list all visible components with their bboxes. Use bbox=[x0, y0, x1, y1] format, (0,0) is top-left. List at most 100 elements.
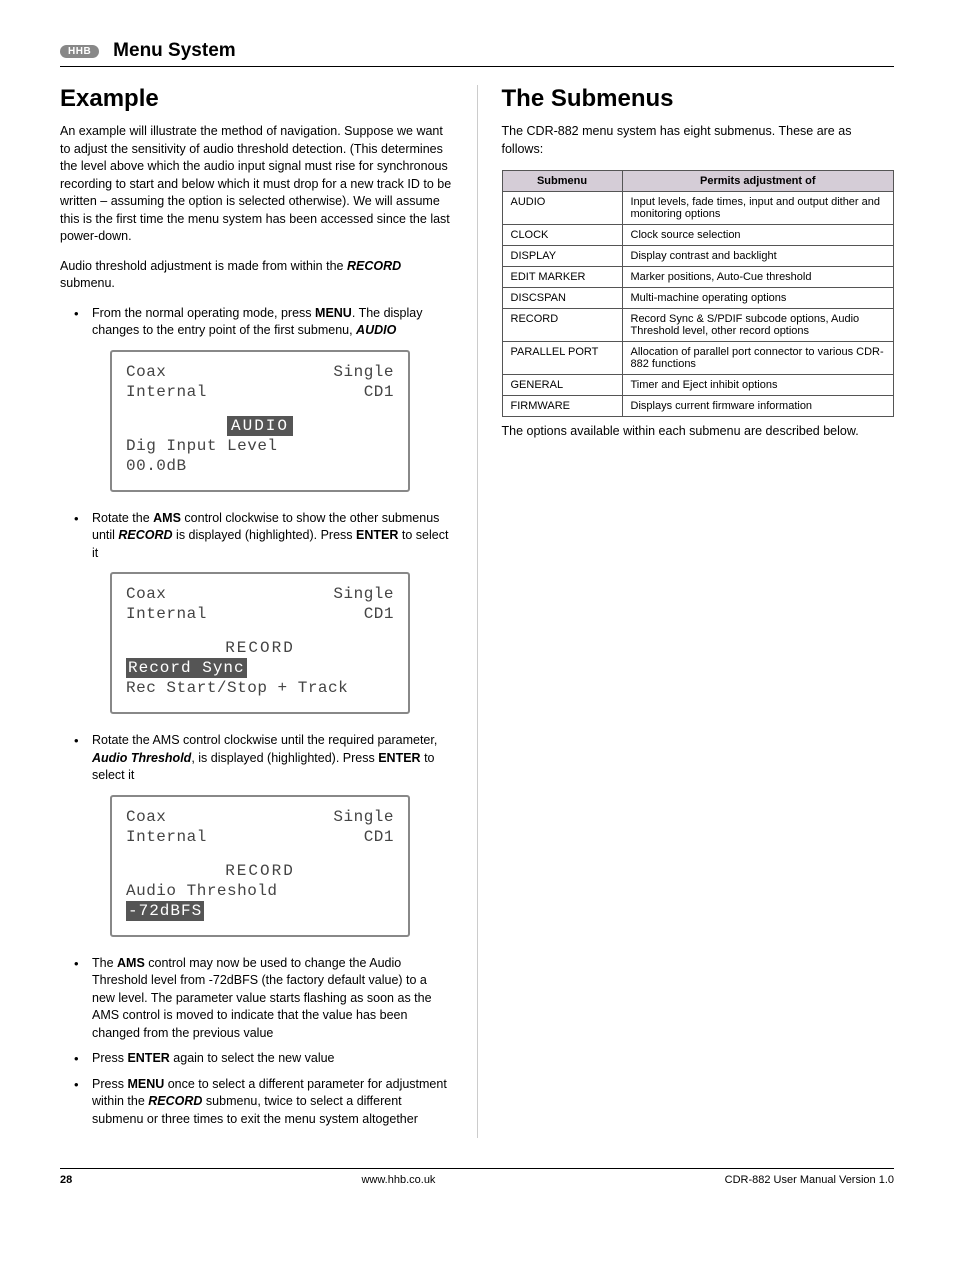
lcd-single: Single bbox=[333, 362, 394, 382]
lcd-menu-title: RECORD bbox=[126, 861, 394, 881]
intro-paragraph: An example will illustrate the method of… bbox=[60, 123, 453, 246]
lcd-cd1: CD1 bbox=[364, 604, 394, 624]
lcd-panel: Coax Single Internal CD1 RECORD Audio Thre… bbox=[110, 795, 410, 937]
submenus-intro: The CDR-882 menu system has eight submen… bbox=[502, 123, 895, 158]
step-3: Rotate the AMS control clockwise until t… bbox=[80, 732, 453, 785]
step-list-4: The AMS control may now be used to chang… bbox=[60, 955, 453, 1129]
text: Rotate the bbox=[92, 511, 153, 525]
lcd-cd1: CD1 bbox=[364, 827, 394, 847]
record-label: RECORD bbox=[118, 528, 172, 542]
text: submenu. bbox=[60, 276, 115, 290]
cell-name: PARALLEL PORT bbox=[502, 342, 622, 375]
cell-desc: Displays current firmware information bbox=[622, 396, 894, 417]
step-2: Rotate the AMS control clockwise to show… bbox=[80, 510, 453, 563]
step-list-1: From the normal operating mode, press ME… bbox=[60, 305, 453, 340]
audio-label: AUDIO bbox=[356, 323, 396, 337]
column-divider bbox=[477, 85, 478, 1138]
page-footer: 28 www.hhb.co.uk CDR-882 User Manual Ver… bbox=[60, 1168, 894, 1186]
ams-key: AMS bbox=[117, 956, 145, 970]
lcd-internal: Internal bbox=[126, 827, 207, 847]
lcd-display-1: Coax Single Internal CD1 AUDIO Dig Input L… bbox=[110, 350, 453, 492]
lcd-param-highlight: Record Sync bbox=[126, 658, 247, 678]
footer-version: CDR-882 User Manual Version 1.0 bbox=[725, 1174, 894, 1186]
lcd-coax: Coax bbox=[126, 807, 166, 827]
cell-name: DISCSPAN bbox=[502, 288, 622, 309]
cell-name: RECORD bbox=[502, 309, 622, 342]
page-number: 28 bbox=[60, 1174, 72, 1186]
th-permits: Permits adjustment of bbox=[622, 171, 894, 192]
step-list-3: Rotate the AMS control clockwise until t… bbox=[60, 732, 453, 785]
table-row: DISCSPANMulti-machine operating options bbox=[502, 288, 894, 309]
lcd-cd1: CD1 bbox=[364, 382, 394, 402]
table-header-row: Submenu Permits adjustment of bbox=[502, 171, 894, 192]
lcd-menu-title: RECORD bbox=[126, 638, 394, 658]
cell-name: EDIT MARKER bbox=[502, 267, 622, 288]
th-submenu: Submenu bbox=[502, 171, 622, 192]
cell-desc: Multi-machine operating options bbox=[622, 288, 894, 309]
cell-name: GENERAL bbox=[502, 375, 622, 396]
cell-desc: Allocation of parallel port connector to… bbox=[622, 342, 894, 375]
menu-key: MENU bbox=[127, 1077, 164, 1091]
text: From the normal operating mode, press bbox=[92, 306, 315, 320]
table-row: FIRMWAREDisplays current firmware inform… bbox=[502, 396, 894, 417]
submenus-note: The options available within each submen… bbox=[502, 423, 895, 441]
text: Press bbox=[92, 1077, 127, 1091]
submenu-paragraph: Audio threshold adjustment is made from … bbox=[60, 258, 453, 293]
record-label: RECORD bbox=[347, 259, 401, 273]
lcd-param: Dig Input Level bbox=[126, 436, 394, 456]
table-row: PARALLEL PORTAllocation of parallel port… bbox=[502, 342, 894, 375]
lcd-single: Single bbox=[333, 584, 394, 604]
table-row: AUDIOInput levels, fade times, input and… bbox=[502, 192, 894, 225]
ams-key: AMS bbox=[153, 511, 181, 525]
section-title: Menu System bbox=[113, 40, 235, 62]
lcd-coax: Coax bbox=[126, 584, 166, 604]
table-row: DISPLAYDisplay contrast and backlight bbox=[502, 246, 894, 267]
step-5: Press ENTER again to select the new valu… bbox=[80, 1050, 453, 1068]
lcd-menu-title-highlight: AUDIO bbox=[227, 416, 293, 436]
enter-key: ENTER bbox=[356, 528, 398, 542]
cell-desc: Clock source selection bbox=[622, 225, 894, 246]
menu-key: MENU bbox=[315, 306, 352, 320]
lcd-internal: Internal bbox=[126, 382, 207, 402]
text: Audio threshold adjustment is made from … bbox=[60, 259, 347, 273]
enter-key: ENTER bbox=[127, 1051, 169, 1065]
brand-badge: HHB bbox=[60, 45, 99, 58]
lcd-single: Single bbox=[333, 807, 394, 827]
step-4: The AMS control may now be used to chang… bbox=[80, 955, 453, 1043]
table-row: GENERALTimer and Eject inhibit options bbox=[502, 375, 894, 396]
cell-desc: Timer and Eject inhibit options bbox=[622, 375, 894, 396]
audio-threshold-label: Audio Threshold bbox=[92, 751, 191, 765]
text: Rotate the AMS control clockwise until t… bbox=[92, 733, 437, 747]
lcd-panel: Coax Single Internal CD1 AUDIO Dig Input L… bbox=[110, 350, 410, 492]
enter-key: ENTER bbox=[378, 751, 420, 765]
table-row: EDIT MARKERMarker positions, Auto-Cue th… bbox=[502, 267, 894, 288]
table-row: RECORDRecord Sync & S/PDIF subcode optio… bbox=[502, 309, 894, 342]
cell-desc: Marker positions, Auto-Cue threshold bbox=[622, 267, 894, 288]
step-6: Press MENU once to select a different pa… bbox=[80, 1076, 453, 1129]
lcd-panel: Coax Single Internal CD1 RECORD Record Syn… bbox=[110, 572, 410, 714]
step-1: From the normal operating mode, press ME… bbox=[80, 305, 453, 340]
cell-desc: Input levels, fade times, input and outp… bbox=[622, 192, 894, 225]
page-header: HHB Menu System bbox=[60, 40, 894, 67]
example-heading: Example bbox=[60, 85, 453, 113]
cell-name: FIRMWARE bbox=[502, 396, 622, 417]
left-column: Example An example will illustrate the m… bbox=[60, 85, 453, 1138]
record-label: RECORD bbox=[148, 1094, 202, 1108]
lcd-param: Audio Threshold bbox=[126, 881, 394, 901]
lcd-display-3: Coax Single Internal CD1 RECORD Audio Thre… bbox=[110, 795, 453, 937]
table-row: CLOCKClock source selection bbox=[502, 225, 894, 246]
lcd-value: Rec Start/Stop + Track bbox=[126, 678, 394, 698]
main-columns: Example An example will illustrate the m… bbox=[60, 85, 894, 1138]
lcd-internal: Internal bbox=[126, 604, 207, 624]
text: The bbox=[92, 956, 117, 970]
cell-name: CLOCK bbox=[502, 225, 622, 246]
lcd-coax: Coax bbox=[126, 362, 166, 382]
submenu-table: Submenu Permits adjustment of AUDIOInput… bbox=[502, 170, 895, 417]
cell-name: DISPLAY bbox=[502, 246, 622, 267]
cell-name: AUDIO bbox=[502, 192, 622, 225]
cell-desc: Record Sync & S/PDIF subcode options, Au… bbox=[622, 309, 894, 342]
submenus-heading: The Submenus bbox=[502, 85, 895, 113]
text: Press bbox=[92, 1051, 127, 1065]
step-list-2: Rotate the AMS control clockwise to show… bbox=[60, 510, 453, 563]
footer-url: www.hhb.co.uk bbox=[361, 1174, 435, 1186]
